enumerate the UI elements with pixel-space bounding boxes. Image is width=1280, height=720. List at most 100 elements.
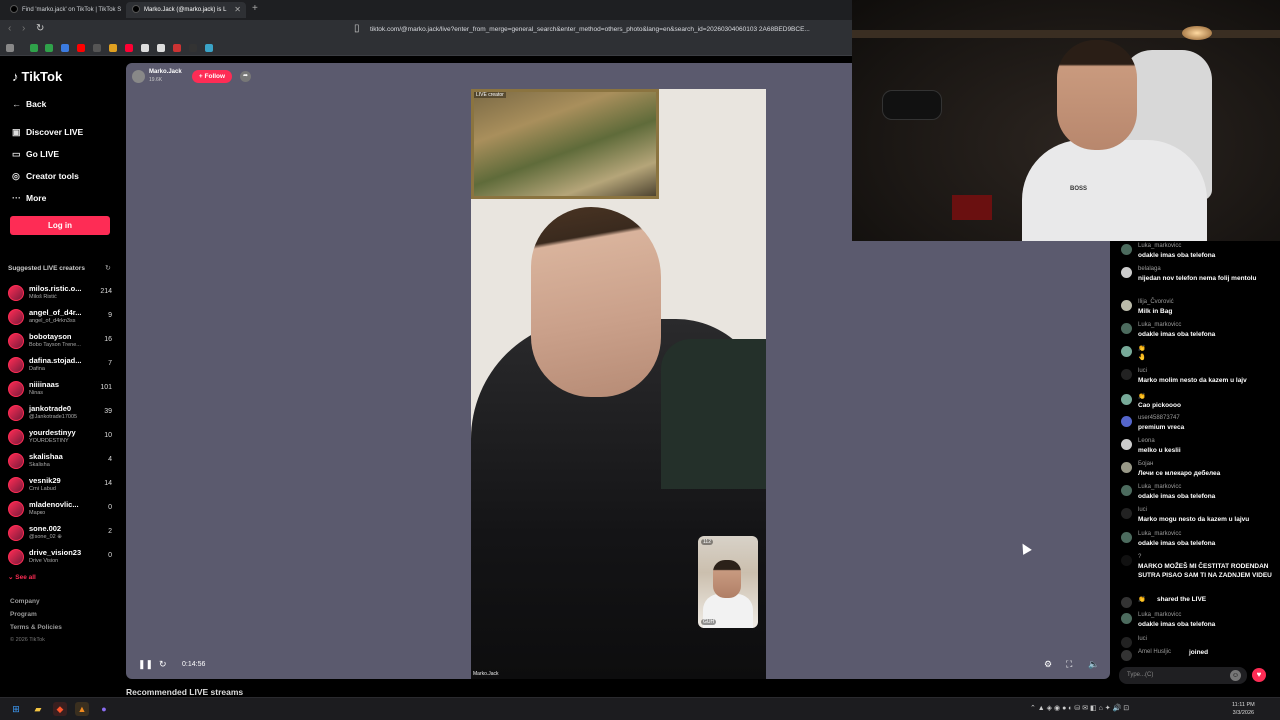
creator-item[interactable]: mladenovlic... Маркo 0 <box>6 498 118 520</box>
creator-sub: Dafina <box>29 366 45 372</box>
login-button[interactable]: Log in <box>10 216 110 235</box>
taskbar-clock[interactable]: 11:11 PM 3/3/2026 <box>1232 701 1255 717</box>
chat-user[interactable]: Luka_markovicc <box>1138 612 1181 618</box>
chat-user[interactable]: Luka_markovicc <box>1138 531 1181 537</box>
chat-user[interactable]: luci <box>1138 507 1147 513</box>
creator-item[interactable]: niiiinaas Ninas 101 <box>6 378 118 400</box>
bookmark-icon[interactable] <box>93 44 101 52</box>
chat-user[interactable]: 👏 <box>1138 393 1145 400</box>
bookmark-icon[interactable] <box>109 44 117 52</box>
reload-icon[interactable]: ↻ <box>36 23 44 34</box>
see-all-link[interactable]: ⌄ See all <box>8 573 36 581</box>
forward-arrow-icon[interactable]: › <box>22 23 25 34</box>
nav-more[interactable]: ··· More <box>12 193 46 203</box>
bookmark-sheets-icon[interactable] <box>30 44 38 52</box>
footer-terms[interactable]: Terms & Policies <box>10 624 62 631</box>
app-icon[interactable]: ● <box>97 702 111 716</box>
brave-browser-icon[interactable]: ◆ <box>53 702 67 716</box>
pause-icon[interactable]: ❚❚ <box>138 659 153 670</box>
footer-company[interactable]: Company <box>10 598 40 605</box>
creator-item[interactable]: jankotrade0 @Jankotrade17005 39 <box>6 402 118 424</box>
nav-go-live[interactable]: ▭ Go LIVE <box>12 149 59 160</box>
chat-user[interactable]: user458873747 <box>1138 415 1180 421</box>
url-field[interactable]: tiktok.com/@marko.jack/live?enter_from_m… <box>370 23 850 37</box>
creator-item[interactable]: drive_vision23 Drive Vision 0 <box>6 546 118 568</box>
bookmark-docs-icon[interactable] <box>61 44 69 52</box>
creator-item[interactable]: dafina.stojad... Dafina 7 <box>6 354 118 376</box>
creator-item[interactable]: skalishaa Skalisha 4 <box>6 450 118 472</box>
avatar <box>1121 637 1132 648</box>
nav-creator-tools[interactable]: ◎ Creator tools <box>12 171 79 182</box>
nav-discover-live[interactable]: ▣ Discover LIVE <box>12 127 83 138</box>
share-icon[interactable]: ➦ <box>240 71 251 82</box>
viewer-count: 2 <box>108 528 112 535</box>
host-name[interactable]: Marko.Jack <box>149 69 182 75</box>
creator-sub: Drive Vision <box>29 558 59 564</box>
creator-item[interactable]: milos.ristic.o... Miloš Ristić 214 <box>6 282 118 304</box>
fullscreen-icon[interactable]: ⛶ <box>1066 659 1072 670</box>
chat-user[interactable]: luci <box>1138 368 1147 374</box>
chat-user[interactable]: Amel Husljic <box>1138 649 1171 655</box>
tiktok-note-icon: ♪ <box>12 69 19 84</box>
apps-icon[interactable] <box>6 44 14 52</box>
heart-icon[interactable]: ♥ <box>1252 668 1266 682</box>
bookmark-icon[interactable] <box>141 44 149 52</box>
back-label: Back <box>26 99 47 109</box>
tab-search[interactable]: Find 'marko.jack' on TikTok | TikTok S <box>4 2 122 18</box>
chat-user[interactable]: belalaga <box>1138 266 1161 272</box>
settings-icon[interactable]: ⚙ <box>1044 659 1052 670</box>
chat-text: shared the LIVE <box>1157 596 1207 603</box>
creator-item[interactable]: sone.002 @sone_02 ⊕ 2 <box>6 522 118 544</box>
tiktok-logo[interactable]: ♪ TikTok <box>12 69 62 84</box>
avatar[interactable] <box>132 70 145 83</box>
follow-button[interactable]: + Follow <box>192 70 232 83</box>
footer-program[interactable]: Program <box>10 611 37 618</box>
bookmark-icon[interactable]: ▯ <box>354 23 360 34</box>
nav-label: Go LIVE <box>26 149 60 159</box>
avatar <box>1121 394 1132 405</box>
chat-user[interactable]: 👏 <box>1138 345 1145 352</box>
chat-user[interactable]: Luka_markovicc <box>1138 322 1181 328</box>
creator-item[interactable]: yourdestinyy YOURDESTINY 10 <box>6 426 118 448</box>
back-arrow-icon[interactable]: ‹ <box>8 23 11 34</box>
chat-text: Cao pickoooo <box>1138 402 1181 409</box>
bookmark-youtube-icon[interactable] <box>77 44 85 52</box>
creator-item[interactable]: bobotayson Bobo Tayson Trene... 16 <box>6 330 118 352</box>
bookmark-icon[interactable] <box>189 44 197 52</box>
bookmark-icon[interactable] <box>173 44 181 52</box>
chat-user[interactable]: Luka_markovicc <box>1138 484 1181 490</box>
volume-icon[interactable]: 🔈 <box>1088 659 1099 670</box>
new-tab-icon[interactable]: + <box>252 3 258 14</box>
emoji-icon[interactable]: ☺ <box>1230 670 1241 681</box>
bookmark-icon[interactable] <box>157 44 165 52</box>
creator-item[interactable]: vesnik29 Crni Labud 14 <box>6 474 118 496</box>
refresh-icon[interactable]: ↻ <box>105 264 111 272</box>
back-link[interactable]: ← Back <box>12 99 46 109</box>
viewer-count: 10 <box>104 432 112 439</box>
close-tab-icon[interactable]: ✕ <box>234 2 241 18</box>
chat-input[interactable]: Type...(C) <box>1119 667 1247 684</box>
bookmark-sheets-icon[interactable] <box>45 44 53 52</box>
creator-item[interactable]: angel_of_d4r... angel_of_d4rkn3ss 9 <box>6 306 118 328</box>
chat-user[interactable]: 👏 <box>1138 596 1145 603</box>
windows-start-icon[interactable]: ⊞ <box>9 702 23 716</box>
vlc-icon[interactable]: ▲ <box>75 702 89 716</box>
logo-text: TikTok <box>21 69 63 84</box>
microphone <box>882 90 942 120</box>
guest-pip[interactable]: 112 GUH <box>698 536 758 628</box>
chat-user[interactable]: luci <box>1138 636 1147 642</box>
chat-user[interactable]: Ilija_Čvorović <box>1138 299 1174 305</box>
bookmark-icon[interactable] <box>205 44 213 52</box>
bookmark-youtube-icon[interactable] <box>125 44 133 52</box>
tab-live[interactable]: Marko.Jack (@marko.jack) is L ✕ <box>126 2 246 18</box>
creator-name: jankotrade0 <box>29 404 72 413</box>
chat-user[interactable]: ? <box>1138 554 1141 560</box>
chat-user[interactable]: Leona <box>1138 438 1155 444</box>
chat-user[interactable]: Бојан <box>1138 461 1153 467</box>
avatar <box>1121 416 1132 427</box>
file-explorer-icon[interactable]: ▰ <box>31 702 45 716</box>
refresh-icon[interactable]: ↻ <box>159 659 167 670</box>
chat-user[interactable]: Luka_markovicc <box>1138 243 1181 249</box>
tray-icons[interactable]: ⌃ ▲ ◈ ◉ ● ◐ ⛁ ✉ ◧ ⌂ ✦ 🔊 ⊡ <box>1030 704 1129 712</box>
live-chat: Luka_markovicc odakle imas oba telefona b… <box>1115 241 1275 681</box>
